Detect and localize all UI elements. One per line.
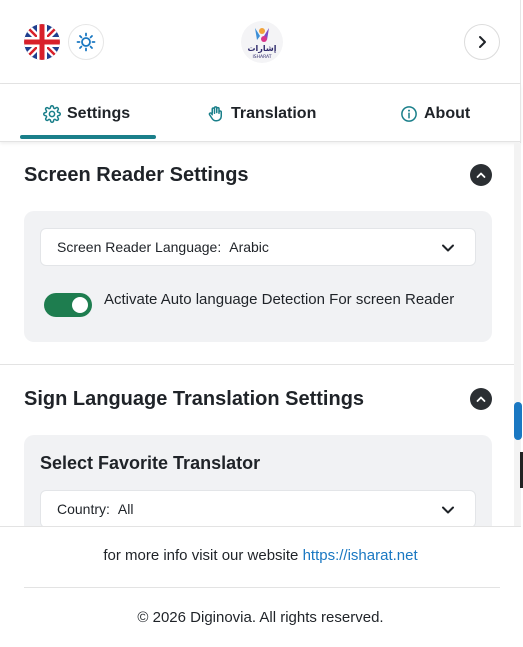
sign-language-collapse-button[interactable] bbox=[470, 388, 492, 410]
tab-settings[interactable]: Settings bbox=[43, 102, 130, 126]
screen-reader-language-value: Arabic bbox=[229, 239, 269, 255]
auto-detect-toggle[interactable] bbox=[44, 293, 92, 317]
theme-toggle-button[interactable] bbox=[68, 24, 104, 60]
copyright-text: © 2026 Diginovia. All rights reserved. bbox=[137, 609, 384, 626]
hand-icon bbox=[208, 106, 222, 122]
toggle-knob bbox=[72, 297, 88, 313]
chevron-down-icon bbox=[442, 506, 454, 514]
settings-content: Screen Reader Settings Screen Reader Lan… bbox=[0, 143, 514, 526]
next-button[interactable] bbox=[464, 24, 500, 60]
sun-icon bbox=[76, 32, 96, 52]
sign-language-card: Select Favorite Translator Country: All bbox=[24, 435, 492, 526]
tab-about-label: About bbox=[424, 105, 471, 122]
isharat-logo: إشارات ISHARAT bbox=[240, 20, 284, 64]
screen-reader-language-label: Screen Reader Language: bbox=[57, 239, 222, 255]
favorite-translator-heading: Select Favorite Translator bbox=[40, 453, 261, 473]
website-link[interactable]: https://isharat.net bbox=[303, 547, 418, 564]
footer: for more info visit our website https://… bbox=[0, 526, 521, 647]
chevron-right-icon bbox=[479, 36, 486, 48]
tab-translation-label: Translation bbox=[231, 105, 317, 122]
footer-divider bbox=[24, 587, 500, 588]
screen-reader-language-select[interactable]: Screen Reader Language: Arabic bbox=[40, 228, 476, 266]
footer-info-text: for more info visit our website bbox=[103, 547, 299, 564]
gear-icon bbox=[43, 105, 61, 123]
extension-panel: إشارات ISHARAT Settings Translation Abou… bbox=[0, 0, 522, 647]
active-tab-indicator bbox=[20, 135, 156, 139]
screen-reader-section-title: Screen Reader Settings bbox=[24, 164, 249, 186]
country-value: All bbox=[117, 501, 134, 517]
screen-reader-card: Screen Reader Language: Arabic Activate … bbox=[24, 211, 492, 342]
chevron-down-icon bbox=[442, 244, 454, 252]
uk-flag-icon[interactable] bbox=[24, 24, 60, 60]
tab-settings-label: Settings bbox=[67, 105, 131, 122]
section-divider bbox=[0, 364, 514, 365]
tab-about[interactable]: About bbox=[400, 102, 470, 126]
logo-subtext: ISHARAT bbox=[252, 54, 271, 60]
sign-language-section-title: Sign Language Translation Settings bbox=[24, 388, 365, 410]
country-select[interactable]: Country: All bbox=[40, 490, 476, 526]
info-icon bbox=[401, 106, 417, 122]
footer-info: for more info visit our website https://… bbox=[0, 547, 521, 564]
logo-text: إشارات bbox=[248, 44, 277, 53]
tab-bar: Settings Translation About bbox=[0, 84, 521, 142]
header: إشارات ISHARAT bbox=[0, 0, 521, 84]
tab-translation[interactable]: Translation bbox=[207, 102, 316, 126]
screen-reader-collapse-button[interactable] bbox=[470, 164, 492, 186]
scrollbar-thumb[interactable] bbox=[514, 402, 522, 440]
country-label: Country: bbox=[57, 501, 110, 517]
chevron-up-icon bbox=[476, 172, 486, 178]
chevron-up-icon bbox=[476, 396, 486, 402]
auto-detect-label: Activate Auto language Detection For scr… bbox=[104, 291, 455, 308]
